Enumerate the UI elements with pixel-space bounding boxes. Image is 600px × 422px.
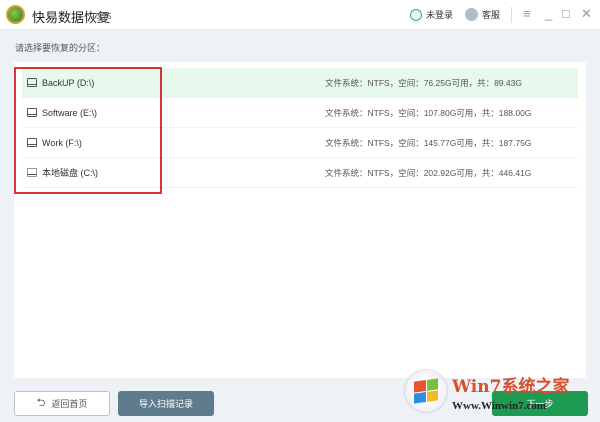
import-label: 导入扫描记录 — [138, 399, 193, 409]
login-button[interactable]: 未登录 — [410, 8, 453, 21]
divider — [511, 7, 512, 23]
partition-info: 文件系统：NTFS，空间：76.25G可用，共：89.43G — [325, 77, 522, 88]
select-partition-prompt: 请选择要恢复的分区： — [15, 43, 106, 53]
return-icon: ⮌ — [36, 397, 46, 409]
import-scan-record-button[interactable]: 导入扫描记录 — [118, 391, 214, 416]
minimize-icon[interactable]: _ — [545, 6, 552, 22]
service-button[interactable]: 客服 — [465, 8, 500, 21]
login-label: 未登录 — [426, 10, 454, 20]
next-button[interactable]: 下一步 — [492, 391, 588, 416]
app-logo — [6, 5, 25, 24]
close-icon[interactable]: ✕ — [581, 6, 592, 22]
back-home-button[interactable]: ⮌ 返回首页 — [14, 391, 110, 416]
back-label: 返回首页 — [51, 399, 88, 409]
highlight-annotation-box — [14, 67, 162, 194]
app-version: 5.75 — [96, 12, 112, 21]
maximize-icon[interactable]: □ — [562, 6, 570, 22]
partition-info: 文件系统：NTFS，空间：107.80G可用，共：188.00G — [325, 107, 532, 118]
menu-icon[interactable]: ≡ — [523, 6, 531, 22]
headset-icon — [465, 8, 478, 21]
partition-info: 文件系统：NTFS，空间：202.92G可用，共：446.41G — [325, 167, 532, 178]
user-icon — [410, 8, 422, 21]
partition-info: 文件系统：NTFS，空间：145.77G可用，共：187.75G — [325, 137, 532, 148]
service-label: 客服 — [482, 10, 501, 20]
next-label: 下一步 — [526, 399, 554, 409]
title-bar: 快易数据恢复 5.75 未登录 客服 ≡ _ □ ✕ — [0, 0, 600, 30]
